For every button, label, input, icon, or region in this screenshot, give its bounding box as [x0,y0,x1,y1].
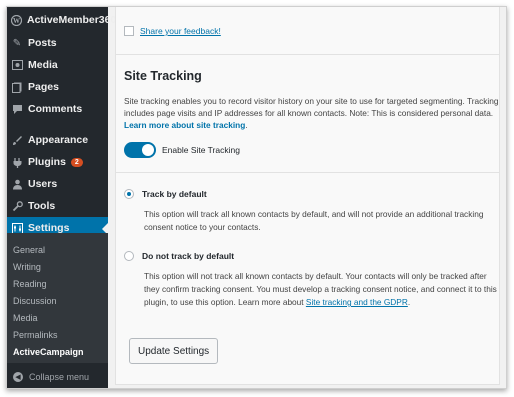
sidebar-item-pages[interactable]: Pages [7,76,108,98]
paintbrush-icon [11,134,23,146]
update-settings-button[interactable]: Update Settings [129,338,219,364]
sidebar-item-label: Comments [28,103,83,115]
svg-text:W: W [13,17,20,25]
collapse-arrow-icon: ◀ [13,372,23,382]
sidebar-item-tools[interactable]: Tools [7,195,108,217]
browser-window: W ActiveMember360 ✎ Posts Media Pages Co… [6,6,507,389]
sidebar-item-label: Users [28,178,58,190]
site-tracking-description: Site tracking enables you to record visi… [124,96,499,130]
share-feedback-link[interactable]: Share your feedback! [140,26,221,36]
wrench-icon [11,200,23,212]
submenu-item-reading[interactable]: Reading [13,279,47,289]
description-text: Site tracking enables you to record visi… [124,96,499,118]
sidebar-item-comments[interactable]: Comments [7,98,108,120]
sidebar-item-media[interactable]: Media [7,54,108,76]
sidebar-item-plugins[interactable]: Plugins 2 [7,151,108,173]
sidebar-item-label: ActiveMember360 [27,14,117,26]
section-title: Site Tracking [124,69,202,83]
sidebar-item-label: Tools [28,200,56,212]
do-not-track-row: Do not track by default [124,251,234,261]
sidebar-item-label: Plugins [28,156,66,168]
sidebar-item-label: Media [28,59,58,71]
track-by-default-desc: This option will track all known contact… [144,209,484,232]
section-divider [116,172,499,173]
gdpr-link[interactable]: Site tracking and the GDPR [306,297,408,307]
track-by-default-radio[interactable] [124,189,134,199]
sidebar-item-label: Posts [28,37,57,49]
submenu-item-discussion[interactable]: Discussion [13,296,57,306]
pages-icon [11,81,23,93]
main-content: Share your feedback! Site Tracking Site … [108,7,506,388]
section-divider [116,54,499,55]
collapse-menu-label: Collapse menu [29,372,90,382]
sidebar-item-label: Pages [28,81,59,93]
settings-panel: Share your feedback! Site Tracking Site … [115,7,500,385]
pushpin-icon: ✎ [12,37,22,49]
do-not-track-label: Do not track by default [142,251,235,261]
site-tracking-toggle[interactable] [124,142,156,158]
toggle-knob [142,144,154,156]
learn-more-link[interactable]: Learn more about site tracking [124,120,245,130]
submenu-item-activecampaign[interactable]: ActiveCampaign [13,347,84,357]
submenu-item-general[interactable]: General [13,245,45,255]
do-not-track-desc: This option will not track all known con… [144,271,497,307]
settings-submenu: General Writing Reading Discussion Media… [7,233,108,363]
sidebar-item-posts[interactable]: ✎ Posts [7,32,108,54]
screenshot-frame: W ActiveMember360 ✎ Posts Media Pages Co… [0,0,514,397]
plugins-update-badge: 2 [70,157,83,167]
sidebar-item-appearance[interactable]: Appearance [7,129,108,151]
submenu-item-media[interactable]: Media [13,313,38,323]
comments-icon [11,103,23,115]
sidebar-item-label: Appearance [28,134,89,146]
do-not-track-radio[interactable] [124,251,134,261]
sidebar-item-brand[interactable]: W ActiveMember360 [7,9,116,31]
sidebar-item-users[interactable]: Users [7,173,108,195]
submenu-item-permalinks[interactable]: Permalinks [13,330,58,340]
submenu-item-writing[interactable]: Writing [13,262,41,272]
track-by-default-row: Track by default [124,189,207,199]
feedback-checkbox[interactable] [124,26,134,36]
toggle-label: Enable Site Tracking [162,145,240,155]
users-icon [11,178,23,190]
site-tracking-toggle-row: Enable Site Tracking [124,142,240,158]
collapse-menu-button[interactable]: ◀ Collapse menu [7,368,108,386]
feedback-row: Share your feedback! [124,26,221,36]
wordpress-icon: W [11,14,22,26]
plugin-icon [11,156,23,168]
track-by-default-label: Track by default [142,189,207,199]
media-icon [11,59,23,71]
admin-sidebar: W ActiveMember360 ✎ Posts Media Pages Co… [7,7,116,388]
